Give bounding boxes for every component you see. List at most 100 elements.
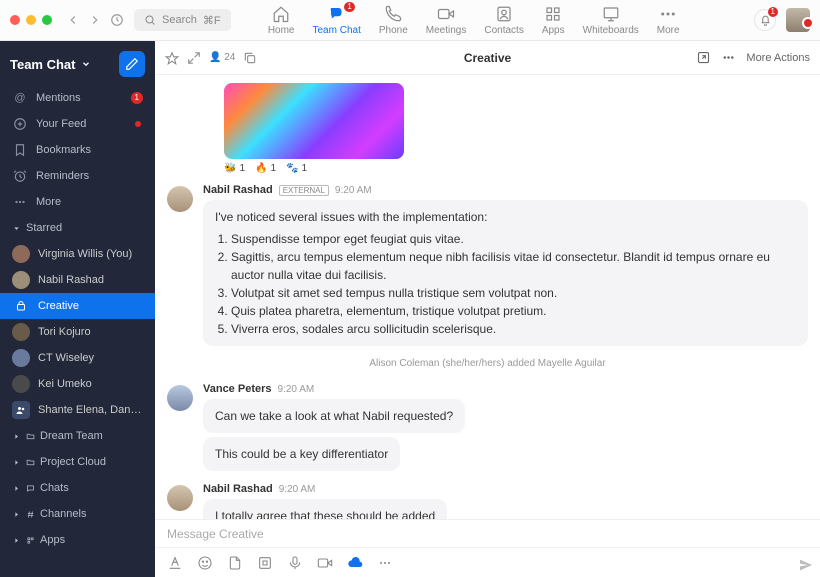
more-actions-label[interactable]: More Actions bbox=[746, 52, 810, 64]
reaction-fire[interactable]: 🔥1 bbox=[255, 163, 276, 174]
search-icon bbox=[144, 14, 156, 26]
send-icon[interactable] bbox=[798, 557, 814, 573]
emoji-icon[interactable] bbox=[197, 555, 213, 571]
tab-whiteboards[interactable]: Whiteboards bbox=[583, 5, 639, 36]
caret-right-icon bbox=[12, 510, 21, 519]
sidebar-mentions[interactable]: @Mentions1 bbox=[0, 85, 155, 111]
channel-header: 👤 24 Creative More Actions bbox=[155, 41, 820, 75]
main-panel: 👤 24 Creative More Actions 🐝1 🔥1 🐾1 Nabi… bbox=[155, 41, 820, 577]
video-icon[interactable] bbox=[317, 555, 333, 571]
channel-icon bbox=[15, 300, 27, 312]
tab-team-chat[interactable]: Team Chat1 bbox=[313, 5, 361, 36]
channel-title: Creative bbox=[464, 51, 511, 65]
reaction-paw[interactable]: 🐾1 bbox=[286, 163, 307, 174]
message-input[interactable]: Message Creative bbox=[155, 519, 820, 547]
recording-indicator bbox=[804, 19, 812, 27]
tab-meetings[interactable]: Meetings bbox=[426, 5, 467, 36]
sidebar-title[interactable]: Team Chat bbox=[10, 57, 91, 72]
avatar[interactable] bbox=[167, 385, 193, 411]
tab-phone[interactable]: Phone bbox=[379, 5, 408, 36]
reactions: 🐝1 🔥1 🐾1 bbox=[224, 163, 808, 174]
popout-icon[interactable] bbox=[696, 50, 711, 65]
message-nabil-1: Nabil RashadEXTERNAL9:20 AM I've noticed… bbox=[167, 184, 808, 346]
caret-right-icon bbox=[12, 458, 21, 467]
toolbar-more-icon[interactable] bbox=[377, 555, 393, 571]
compose-toolbar bbox=[155, 547, 820, 577]
caret-right-icon bbox=[12, 536, 21, 545]
hash-icon bbox=[26, 510, 35, 519]
starred-ct[interactable]: CT Wiseley bbox=[0, 345, 155, 371]
file-icon[interactable] bbox=[227, 555, 243, 571]
folder-icon bbox=[26, 458, 35, 467]
section-chats[interactable]: Chats bbox=[0, 475, 155, 501]
star-icon[interactable] bbox=[165, 51, 179, 65]
chat-icon bbox=[26, 484, 35, 493]
avatar[interactable] bbox=[167, 186, 193, 212]
tab-contacts[interactable]: Contacts bbox=[484, 5, 523, 36]
message-bubble[interactable]: Can we take a look at what Nabil request… bbox=[203, 399, 465, 433]
starred-nabil[interactable]: Nabil Rashad bbox=[0, 267, 155, 293]
timestamp: 9:20 AM bbox=[335, 185, 372, 196]
compose-button[interactable] bbox=[119, 51, 145, 77]
section-projectcloud[interactable]: Project Cloud bbox=[0, 449, 155, 475]
search-label: Search bbox=[162, 14, 197, 26]
tab-apps[interactable]: Apps bbox=[542, 5, 565, 36]
audio-icon[interactable] bbox=[287, 555, 303, 571]
format-icon[interactable] bbox=[167, 555, 183, 571]
section-starred[interactable]: Starred bbox=[0, 215, 155, 241]
search-input[interactable]: Search ⌘F bbox=[134, 9, 231, 31]
member-count[interactable]: 👤 24 bbox=[209, 52, 235, 63]
compose-icon bbox=[125, 57, 139, 71]
section-channels[interactable]: Channels bbox=[0, 501, 155, 527]
message-bubble[interactable]: I totally agree that these should be add… bbox=[203, 499, 447, 519]
main-tabs: Home Team Chat1 Phone Meetings Contacts … bbox=[268, 5, 680, 36]
history-button[interactable] bbox=[106, 9, 128, 31]
nav-back[interactable] bbox=[62, 9, 84, 31]
chat-badge: 1 bbox=[344, 2, 354, 12]
sidebar-yourfeed[interactable]: Your Feed bbox=[0, 111, 155, 137]
sidebar: Team Chat @Mentions1 Your Feed Bookmarks… bbox=[0, 41, 155, 577]
sidebar-reminders[interactable]: Reminders bbox=[0, 163, 155, 189]
nav-forward[interactable] bbox=[84, 9, 106, 31]
sender-name: Vance Peters bbox=[203, 383, 272, 395]
reaction-bee[interactable]: 🐝1 bbox=[224, 163, 245, 174]
topbar: Search ⌘F Home Team Chat1 Phone Meetings… bbox=[0, 0, 820, 41]
starred-kei[interactable]: Kei Umeko bbox=[0, 371, 155, 397]
notifications-button[interactable]: 1 bbox=[754, 9, 776, 31]
cloud-icon[interactable] bbox=[347, 555, 363, 571]
copy-icon[interactable] bbox=[243, 51, 257, 65]
sidebar-more[interactable]: More bbox=[0, 189, 155, 215]
tab-home[interactable]: Home bbox=[268, 5, 295, 36]
search-shortcut: ⌘F bbox=[203, 14, 221, 27]
starred-creative[interactable]: Creative bbox=[0, 293, 155, 319]
message-stream: 🐝1 🔥1 🐾1 Nabil RashadEXTERNAL9:20 AM I'v… bbox=[155, 75, 820, 519]
starred-virginia[interactable]: Virginia Willis (You) bbox=[0, 241, 155, 267]
more-icon bbox=[12, 194, 28, 210]
screenshot-icon[interactable] bbox=[257, 555, 273, 571]
plus-icon bbox=[12, 116, 28, 132]
folder-icon bbox=[26, 432, 35, 441]
move-icon[interactable] bbox=[187, 51, 201, 65]
starred-tori[interactable]: Tori Kojuro bbox=[0, 319, 155, 345]
apps-icon bbox=[26, 536, 35, 545]
section-apps[interactable]: Apps bbox=[0, 527, 155, 553]
group-icon bbox=[15, 404, 27, 416]
avatar[interactable] bbox=[167, 485, 193, 511]
starred-group[interactable]: Shante Elena, Daniel Bow... bbox=[0, 397, 155, 423]
at-icon: @ bbox=[12, 90, 28, 106]
message-bubble[interactable]: I've noticed several issues with the imp… bbox=[203, 200, 808, 346]
more-actions-icon[interactable] bbox=[721, 50, 736, 65]
timestamp: 9:20 AM bbox=[278, 384, 315, 395]
window-controls[interactable] bbox=[10, 15, 52, 25]
section-dreamteam[interactable]: Dream Team bbox=[0, 423, 155, 449]
message-nabil-2: Nabil Rashad9:20 AM I totally agree that… bbox=[167, 483, 808, 519]
feed-dot bbox=[135, 121, 141, 127]
clock-icon bbox=[12, 168, 28, 184]
mentions-badge: 1 bbox=[131, 92, 143, 104]
sender-name: Nabil Rashad bbox=[203, 483, 273, 495]
message-bubble[interactable]: This could be a key differentiator bbox=[203, 437, 400, 471]
sender-name: Nabil Rashad bbox=[203, 184, 273, 196]
image-attachment[interactable] bbox=[224, 83, 404, 159]
sidebar-bookmarks[interactable]: Bookmarks bbox=[0, 137, 155, 163]
tab-more[interactable]: More bbox=[657, 5, 680, 36]
